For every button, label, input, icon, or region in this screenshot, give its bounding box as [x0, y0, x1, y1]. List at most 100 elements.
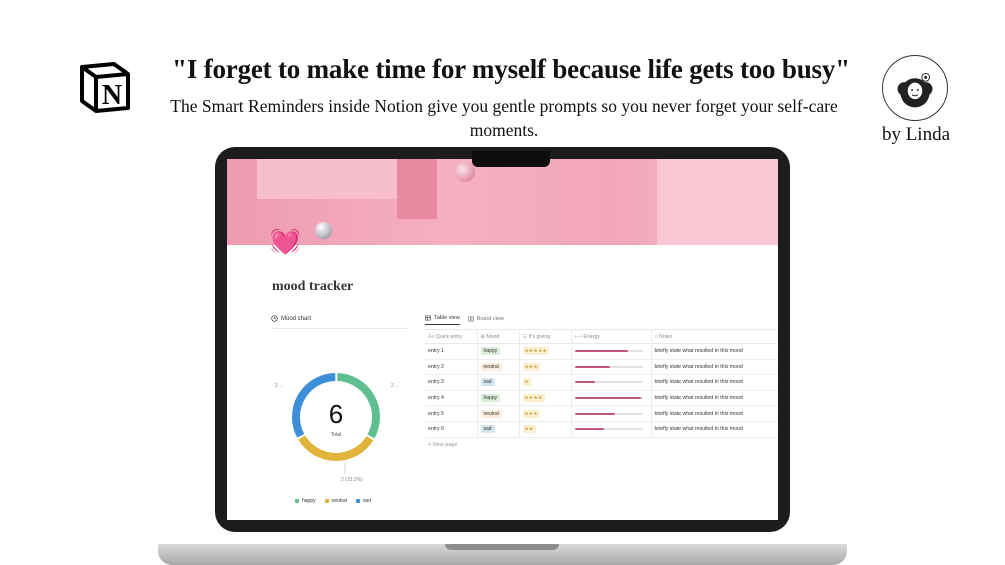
cell-entry[interactable]: entry 6	[425, 421, 477, 438]
column-header-mood[interactable]: ◉ Mood	[476, 329, 519, 344]
cell-mood[interactable]: neutral	[476, 359, 519, 376]
table-icon	[425, 315, 431, 321]
rating-stars: ★★	[522, 425, 536, 434]
mood-database-table: Aa Quick entry ◉ Mood ☰ It's giving ⟷ En…	[425, 329, 777, 438]
legend-item-happy: happy	[295, 498, 316, 504]
cell-notes[interactable]: briefly state what resulted in this mood	[650, 343, 777, 360]
cell-mood[interactable]: neutral	[476, 405, 519, 422]
illustrated-avatar-icon	[882, 55, 948, 121]
mood-tag: happy	[480, 347, 501, 356]
cell-energy[interactable]	[570, 421, 651, 438]
cell-notes[interactable]: briefly state what resulted in this mood	[650, 390, 777, 407]
energy-bar-fill	[574, 412, 616, 415]
energy-bar	[574, 350, 643, 353]
table-row[interactable]: entry 4 happy ★★★★ briefly state what resul…	[425, 390, 777, 407]
chart-clock-icon	[271, 315, 278, 322]
donut-total-value: 6	[329, 399, 343, 429]
cell-its-giving[interactable]: ★★★	[518, 405, 571, 422]
cell-notes[interactable]: briefly state what resulted in this mood	[650, 421, 777, 438]
tab-table-view[interactable]: Table view	[425, 315, 460, 325]
tab-label: Table view	[434, 315, 460, 321]
tab-label: Board view	[476, 315, 504, 322]
energy-bar-fill	[574, 381, 595, 384]
rating-stars: ★★★	[522, 362, 541, 371]
subheadline: The Smart Reminders inside Notion give y…	[170, 96, 838, 140]
board-icon	[467, 316, 474, 321]
cell-energy[interactable]	[570, 359, 651, 376]
mood-donut-chart: 6 Total 2 ... 2 ... 2 (33.3%)	[275, 373, 399, 483]
cell-mood[interactable]: sad	[476, 421, 519, 438]
column-header-energy[interactable]: ⟷ Energy	[570, 329, 651, 344]
energy-bar-fill	[574, 428, 604, 431]
legend-swatch	[295, 498, 299, 503]
energy-bar	[574, 397, 643, 400]
table-row[interactable]: entry 3 sad ★ briefly state what resulted i…	[425, 374, 777, 391]
cell-entry[interactable]: entry 2	[425, 359, 477, 376]
cell-energy[interactable]	[570, 390, 651, 407]
camera-notch	[472, 151, 550, 167]
new-page-button[interactable]: + New page	[428, 442, 458, 448]
donut-label-bottom: 2 (33.3%)	[341, 477, 363, 483]
notion-page: 💓 mood tracker Mood chart 6 Total 2 ... …	[227, 159, 778, 520]
legend-item-sad: sad	[355, 498, 371, 504]
table-row[interactable]: entry 6 sad ★★ briefly state what resulted …	[425, 421, 777, 438]
legend-swatch	[355, 498, 360, 503]
mood-tag: sad	[480, 378, 495, 387]
notion-logo-icon: N	[80, 62, 130, 113]
column-header-notes[interactable]: ≡ Notes	[650, 329, 777, 344]
energy-bar	[574, 381, 643, 384]
chart-legend: happy neutral sad	[295, 498, 371, 504]
cell-entry[interactable]: entry 1	[425, 343, 477, 360]
mood-chart-header[interactable]: Mood chart	[271, 315, 407, 322]
cell-energy[interactable]	[570, 343, 651, 360]
cell-its-giving[interactable]: ★	[518, 374, 571, 391]
page-icon[interactable]: 💓	[269, 225, 301, 255]
energy-bar	[574, 412, 643, 415]
table-row[interactable]: entry 5 neutral ★★★ briefly state what resu…	[425, 405, 777, 422]
cell-entry[interactable]: entry 4	[425, 390, 477, 407]
legend-item-neutral: neutral	[324, 498, 347, 504]
svg-text:N: N	[102, 80, 122, 111]
rating-stars: ★★★	[522, 409, 541, 418]
energy-bar-fill	[574, 365, 610, 368]
donut-slice-neutral[interactable]	[298, 435, 374, 461]
mood-tag: neutral	[480, 409, 502, 418]
column-header-its-giving[interactable]: ☰ It's giving	[518, 329, 571, 344]
cell-its-giving[interactable]: ★★★	[518, 359, 571, 376]
cell-notes[interactable]: briefly state what resulted in this mood	[650, 359, 777, 376]
cell-mood[interactable]: happy	[476, 343, 519, 360]
cell-mood[interactable]: sad	[476, 374, 519, 391]
chrome-sphere-decoration	[315, 222, 332, 239]
cell-energy[interactable]	[570, 374, 651, 391]
cell-energy[interactable]	[570, 405, 651, 422]
energy-bar-fill	[574, 350, 628, 353]
mood-tag: happy	[480, 394, 501, 403]
table-row[interactable]: entry 2 neutral ★★★ briefly state what resu…	[425, 359, 777, 376]
rating-stars: ★	[522, 378, 532, 387]
cell-notes[interactable]: briefly state what resulted in this mood	[650, 405, 777, 422]
donut-total-label: Total	[331, 432, 342, 438]
tab-board-view[interactable]: Board view	[467, 315, 504, 325]
cell-mood[interactable]: happy	[476, 390, 519, 407]
table-row[interactable]: entry 1 happy ★★★★★ briefly state what resu…	[425, 343, 777, 360]
donut-label-right: 2 ...	[391, 383, 399, 389]
rating-stars: ★★★★★	[522, 347, 550, 356]
page-title[interactable]: mood tracker	[272, 279, 353, 295]
chart-title: Mood chart	[281, 315, 312, 322]
energy-bar-fill	[574, 397, 642, 400]
cell-notes[interactable]: briefly state what resulted in this mood	[650, 374, 777, 391]
cell-its-giving[interactable]: ★★★★	[518, 390, 571, 407]
rating-stars: ★★★★	[522, 394, 545, 403]
cell-entry[interactable]: entry 5	[425, 405, 477, 422]
view-tabs: Table view Board view	[425, 315, 504, 325]
author-signature: by Linda	[881, 124, 951, 145]
cell-its-giving[interactable]: ★★	[518, 421, 571, 438]
headline: "I forget to make time for myself becaus…	[172, 54, 850, 84]
cell-its-giving[interactable]: ★★★★★	[518, 343, 571, 360]
energy-bar	[574, 428, 643, 431]
cell-entry[interactable]: entry 3	[425, 374, 477, 391]
laptop-base-notch	[445, 544, 559, 550]
energy-bar	[574, 365, 643, 368]
column-header-quick-entry[interactable]: Aa Quick entry	[425, 329, 477, 344]
legend-swatch	[324, 498, 329, 503]
